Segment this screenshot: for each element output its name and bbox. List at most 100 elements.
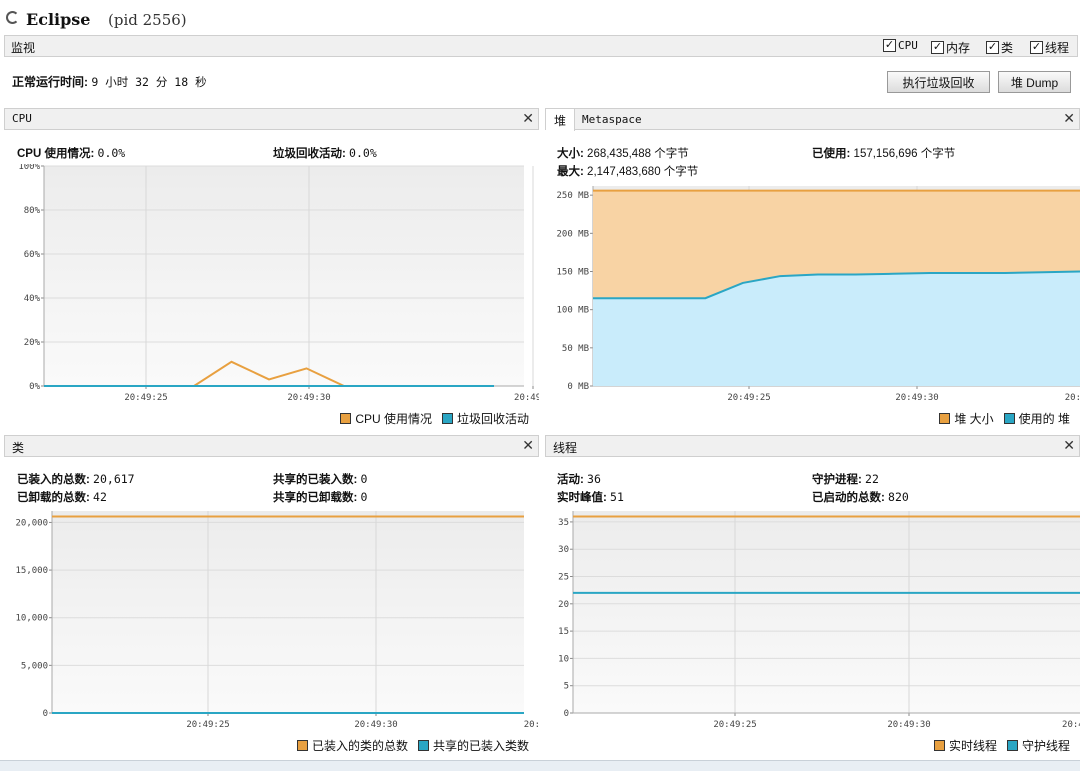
legend-swatch-heap-size bbox=[939, 413, 951, 424]
live-threads-info: 活动: 36 bbox=[557, 471, 601, 487]
checkbox-threads[interactable]: ✓ bbox=[1030, 41, 1043, 54]
started-threads-info: 已启动的总数: 820 bbox=[812, 489, 909, 505]
tab-metaspace[interactable]: Metaspace bbox=[582, 113, 642, 126]
legend-swatch-shared bbox=[417, 740, 429, 751]
legend-swatch-live bbox=[933, 740, 945, 751]
heap-x-tick-label: 20:49: bbox=[1065, 393, 1080, 403]
toggle-cpu-label: CPU bbox=[898, 39, 918, 52]
cpu-x-tick-label: 20:49:25 bbox=[124, 393, 167, 403]
close-icon[interactable]: ✕ bbox=[522, 437, 534, 454]
classes-legend: 已装入的类的总数 共享的已装入类数 bbox=[296, 737, 529, 754]
pid-label: (pid 2556) bbox=[108, 11, 187, 29]
gc-activity-info: 垃圾回收活动: 0.0% bbox=[273, 145, 377, 161]
heap-y-tick-label: 150 MB bbox=[556, 267, 589, 277]
cpu-y-tick-label: 100% bbox=[18, 164, 40, 172]
toggle-threads[interactable]: ✓ 线程 bbox=[1030, 39, 1069, 56]
perform-gc-button[interactable]: 执行垃圾回收 bbox=[887, 71, 990, 93]
classes-y-tick-label: 0 bbox=[43, 709, 48, 719]
threads-y-tick-label: 30 bbox=[558, 545, 569, 555]
heap-y-tick-label: 0 MB bbox=[567, 382, 589, 392]
heap-y-tick-label: 100 MB bbox=[556, 306, 589, 316]
classes-y-tick-label: 10,000 bbox=[15, 614, 48, 624]
legend-shared-classes: 共享的已装入类数 bbox=[432, 739, 529, 753]
legend-swatch-daemon bbox=[1006, 740, 1018, 751]
classes-x-tick-label: 20:49:25 bbox=[186, 720, 229, 730]
threads-panel: 线程 ✕ 活动: 36 守护进程: 22 实时峰值: 51 已启动的总数: 82… bbox=[545, 435, 1080, 757]
legend-daemon-threads: 守护线程 bbox=[1021, 739, 1070, 753]
loaded-total-info: 已装入的总数: 20,617 bbox=[17, 471, 135, 487]
shared-unloaded-label: 共享的已卸载数: bbox=[273, 492, 358, 504]
close-icon[interactable]: ✕ bbox=[1063, 110, 1075, 127]
threads-x-tick-label: 20:49:25 bbox=[713, 720, 756, 730]
cpu-y-tick-label: 40% bbox=[24, 294, 41, 304]
heap-size-info: 大小: 268,435,488 个字节 bbox=[557, 145, 689, 161]
classes-y-tick-label: 20,000 bbox=[15, 518, 48, 528]
legend-live-threads: 实时线程 bbox=[948, 739, 997, 753]
legend-swatch-cpu bbox=[340, 413, 352, 424]
uptime-label: 正常运行时间: bbox=[12, 75, 88, 89]
unloaded-total-info: 已卸载的总数: 42 bbox=[17, 489, 107, 505]
heap-panel: 堆 Metaspace ✕ 大小: 268,435,488 个字节 已使用: 1… bbox=[545, 108, 1080, 430]
heap-x-tick-label: 20:49:30 bbox=[895, 393, 938, 403]
cpu-x-tick-label: 20:49:3 bbox=[514, 393, 539, 403]
heap-x-tick-label: 20:49:25 bbox=[727, 393, 770, 403]
heap-y-tick-label: 250 MB bbox=[556, 191, 589, 201]
peak-threads-info: 实时峰值: 51 bbox=[557, 489, 624, 505]
live-threads-value: 36 bbox=[587, 472, 601, 486]
heap-chart: 0 MB50 MB100 MB150 MB200 MB250 MB20:49:2… bbox=[556, 186, 1080, 403]
checkbox-cpu[interactable]: ✓ bbox=[883, 39, 896, 52]
close-icon[interactable]: ✕ bbox=[1063, 437, 1075, 454]
cpu-y-tick-label: 60% bbox=[24, 250, 41, 260]
daemon-threads-label: 守护进程: bbox=[812, 474, 862, 486]
classes-plot-area bbox=[52, 511, 524, 713]
live-threads-label: 活动: bbox=[557, 474, 584, 486]
uptime: 正常运行时间: 9 小时 32 分 18 秒 bbox=[12, 73, 207, 90]
threads-panel-header: 线程 ✕ bbox=[545, 435, 1080, 457]
heap-dump-button[interactable]: 堆 Dump bbox=[998, 71, 1071, 93]
legend-swatch-loaded bbox=[296, 740, 308, 751]
heap-max-value: 2,147,483,680 个字节 bbox=[587, 166, 699, 178]
checkbox-classes[interactable]: ✓ bbox=[986, 41, 999, 54]
cpu-x-tick-label: 20:49:30 bbox=[287, 393, 330, 403]
threads-x-tick-label: 20:49:30 bbox=[887, 720, 930, 730]
tab-heap[interactable]: 堆 bbox=[546, 109, 576, 131]
cpu-usage-label: CPU 使用情况: bbox=[17, 148, 95, 160]
cpu-panel-header: CPU ✕ bbox=[4, 108, 539, 130]
threads-x-tick-label: 20:49:3 bbox=[1062, 720, 1080, 730]
toggle-memory-label: 内存 bbox=[946, 41, 971, 55]
toggle-classes-label: 类 bbox=[1001, 41, 1014, 55]
app-name: Eclipse bbox=[26, 10, 91, 29]
heap-legend: 堆 大小 使用的 堆 bbox=[939, 410, 1070, 427]
toggle-memory[interactable]: ✓ 内存 bbox=[931, 39, 970, 56]
shared-unloaded-info: 共享的已卸载数: 0 bbox=[273, 489, 367, 505]
toggle-cpu[interactable]: ✓ CPU bbox=[883, 39, 918, 52]
tab-monitor[interactable]: 监视 bbox=[11, 39, 35, 56]
legend-swatch-gc bbox=[441, 413, 453, 424]
toggle-classes[interactable]: ✓ 类 bbox=[986, 39, 1013, 56]
threads-panel-title: 线程 bbox=[553, 441, 578, 455]
legend-cpu-usage: CPU 使用情况 bbox=[355, 412, 432, 426]
close-icon[interactable]: ✕ bbox=[522, 110, 534, 127]
threads-y-tick-label: 25 bbox=[558, 573, 569, 583]
legend-heap-size: 堆 大小 bbox=[954, 412, 994, 426]
shared-unloaded-value: 0 bbox=[360, 490, 368, 504]
cpu-chart: 0% 20% 40% 60% 80% 100% 20:49:25 20:49:30 20:49:… bbox=[18, 164, 539, 403]
classes-chart: 0 5,000 10,000 15,000 20,000 20:49:25 20:49:30… bbox=[15, 511, 539, 730]
heap-y-tick-label: 50 MB bbox=[562, 344, 589, 354]
heap-size-label: 大小: bbox=[557, 148, 584, 160]
toggle-threads-label: 线程 bbox=[1045, 41, 1070, 55]
threads-chart: 0 5 10 15 20 25 30 35 20:49:25 20:49:30 20:49:3 bbox=[558, 511, 1080, 730]
gc-activity-label: 垃圾回收活动: bbox=[273, 148, 346, 160]
shared-loaded-value: 0 bbox=[360, 472, 368, 486]
cpu-y-tick-label: 80% bbox=[24, 206, 41, 216]
cpu-panel: CPU ✕ CPU 使用情况: 0.0% 垃圾回收活动: 0.0% 0% 20% 4… bbox=[4, 108, 539, 430]
heap-used-info: 已使用: 157,156,696 个字节 bbox=[812, 145, 955, 161]
heap-used-value: 157,156,696 个字节 bbox=[853, 148, 956, 160]
checkbox-memory[interactable]: ✓ bbox=[931, 41, 944, 54]
cpu-usage-info: CPU 使用情况: 0.0% bbox=[17, 145, 125, 161]
daemon-threads-value: 22 bbox=[865, 472, 879, 486]
classes-y-tick-label: 15,000 bbox=[15, 566, 48, 576]
status-bar bbox=[0, 760, 1080, 771]
threads-y-tick-label: 10 bbox=[558, 654, 569, 664]
classes-panel-header: 类 ✕ bbox=[4, 435, 539, 457]
